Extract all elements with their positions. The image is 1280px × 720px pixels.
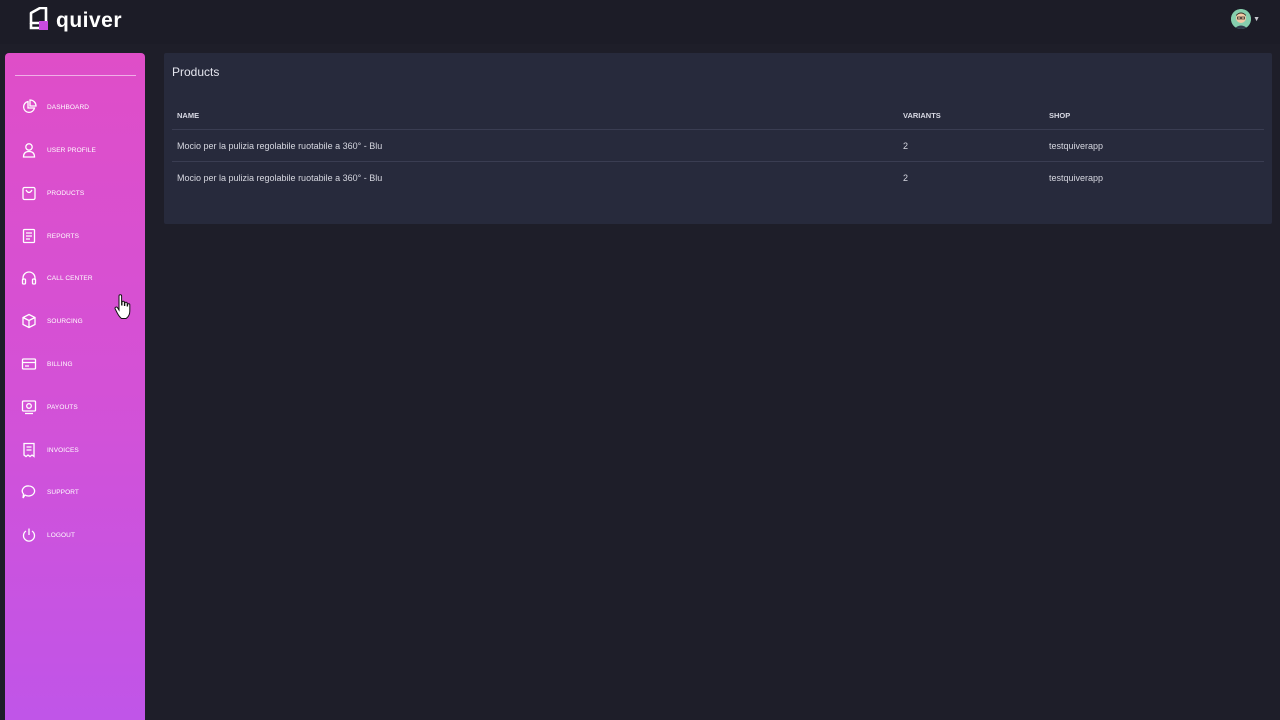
user-menu[interactable]: ▼ — [1231, 9, 1260, 29]
quiver-logo[interactable]: quiver — [28, 6, 122, 36]
table-row[interactable]: Mocio per la pulizia regolabile ruotabil… — [172, 162, 1264, 194]
table-row[interactable]: Mocio per la pulizia regolabile ruotabil… — [172, 130, 1264, 162]
sidebar-item-label: INVOICES — [47, 446, 79, 454]
product-shop: testquiverapp — [1049, 141, 1104, 151]
product-name[interactable]: Mocio per la pulizia regolabile ruotabil… — [177, 162, 382, 183]
document-icon — [21, 228, 37, 244]
sidebar-item-reports[interactable]: REPORTS — [21, 225, 139, 247]
sidebar-divider — [15, 75, 136, 76]
top-bar: quiver ▼ — [0, 0, 1280, 44]
sidebar-item-label: SUPPORT — [47, 488, 80, 496]
product-variants: 2 — [903, 141, 909, 151]
pie-chart-icon — [21, 99, 37, 115]
product-shop: testquiverapp — [1049, 173, 1104, 183]
products-card: Products NAME VARIANTS SHOP Mocio per la… — [164, 53, 1272, 224]
sidebar-item-label: PAYOUTS — [47, 403, 78, 411]
sidebar-item-label: PRODUCTS — [47, 189, 85, 197]
sidebar-item-label: USER PROFILE — [47, 146, 96, 154]
product-variants: 2 — [903, 173, 909, 183]
sidebar: DASHBOARD USER PROFILE PRODUCTS REPORTS … — [5, 53, 145, 720]
sidebar-item-label: DASHBOARD — [47, 103, 90, 111]
sidebar-item-products[interactable]: PRODUCTS — [21, 182, 139, 204]
sidebar-item-dashboard[interactable]: DASHBOARD — [21, 96, 139, 118]
table-header: NAME VARIANTS SHOP — [172, 103, 1264, 130]
sidebar-item-label: CALL CENTER — [47, 274, 93, 282]
product-name[interactable]: Mocio per la pulizia regolabile ruotabil… — [177, 130, 382, 151]
sidebar-item-logout[interactable]: LOGOUT — [21, 524, 139, 546]
sidebar-item-label: LOGOUT — [47, 531, 76, 539]
logo-text: quiver — [56, 9, 123, 32]
hand-pointer-cursor-icon — [114, 294, 132, 320]
sidebar-item-label: BILLING — [47, 360, 73, 368]
sidebar-item-billing[interactable]: BILLING — [21, 353, 139, 375]
chevron-down-icon[interactable]: ▼ — [1253, 16, 1260, 23]
quiver-logo-icon — [28, 6, 54, 35]
page-title: Products — [172, 65, 220, 79]
products-table: NAME VARIANTS SHOP Mocio per la pulizia … — [172, 103, 1264, 194]
avatar[interactable] — [1231, 9, 1252, 29]
chat-icon — [21, 484, 37, 500]
sidebar-item-user-profile[interactable]: USER PROFILE — [21, 139, 139, 161]
power-icon — [21, 527, 37, 543]
sidebar-item-payouts[interactable]: PAYOUTS — [21, 396, 139, 418]
credit-card-icon — [21, 356, 37, 372]
sidebar-item-invoices[interactable]: INVOICES — [21, 439, 139, 461]
sidebar-item-label: REPORTS — [47, 232, 80, 240]
box-icon — [21, 313, 37, 329]
headphones-icon — [21, 270, 37, 286]
column-header-variants[interactable]: VARIANTS — [903, 103, 941, 120]
column-header-shop[interactable]: SHOP — [1049, 103, 1070, 120]
sidebar-item-label: SOURCING — [47, 317, 83, 325]
column-header-name[interactable]: NAME — [177, 103, 199, 120]
invoice-icon — [21, 442, 37, 458]
sidebar-item-support[interactable]: SUPPORT — [21, 481, 139, 503]
user-icon — [21, 142, 37, 158]
bag-icon — [21, 185, 37, 201]
money-icon — [21, 399, 37, 415]
sidebar-item-call-center[interactable]: CALL CENTER — [21, 267, 139, 289]
